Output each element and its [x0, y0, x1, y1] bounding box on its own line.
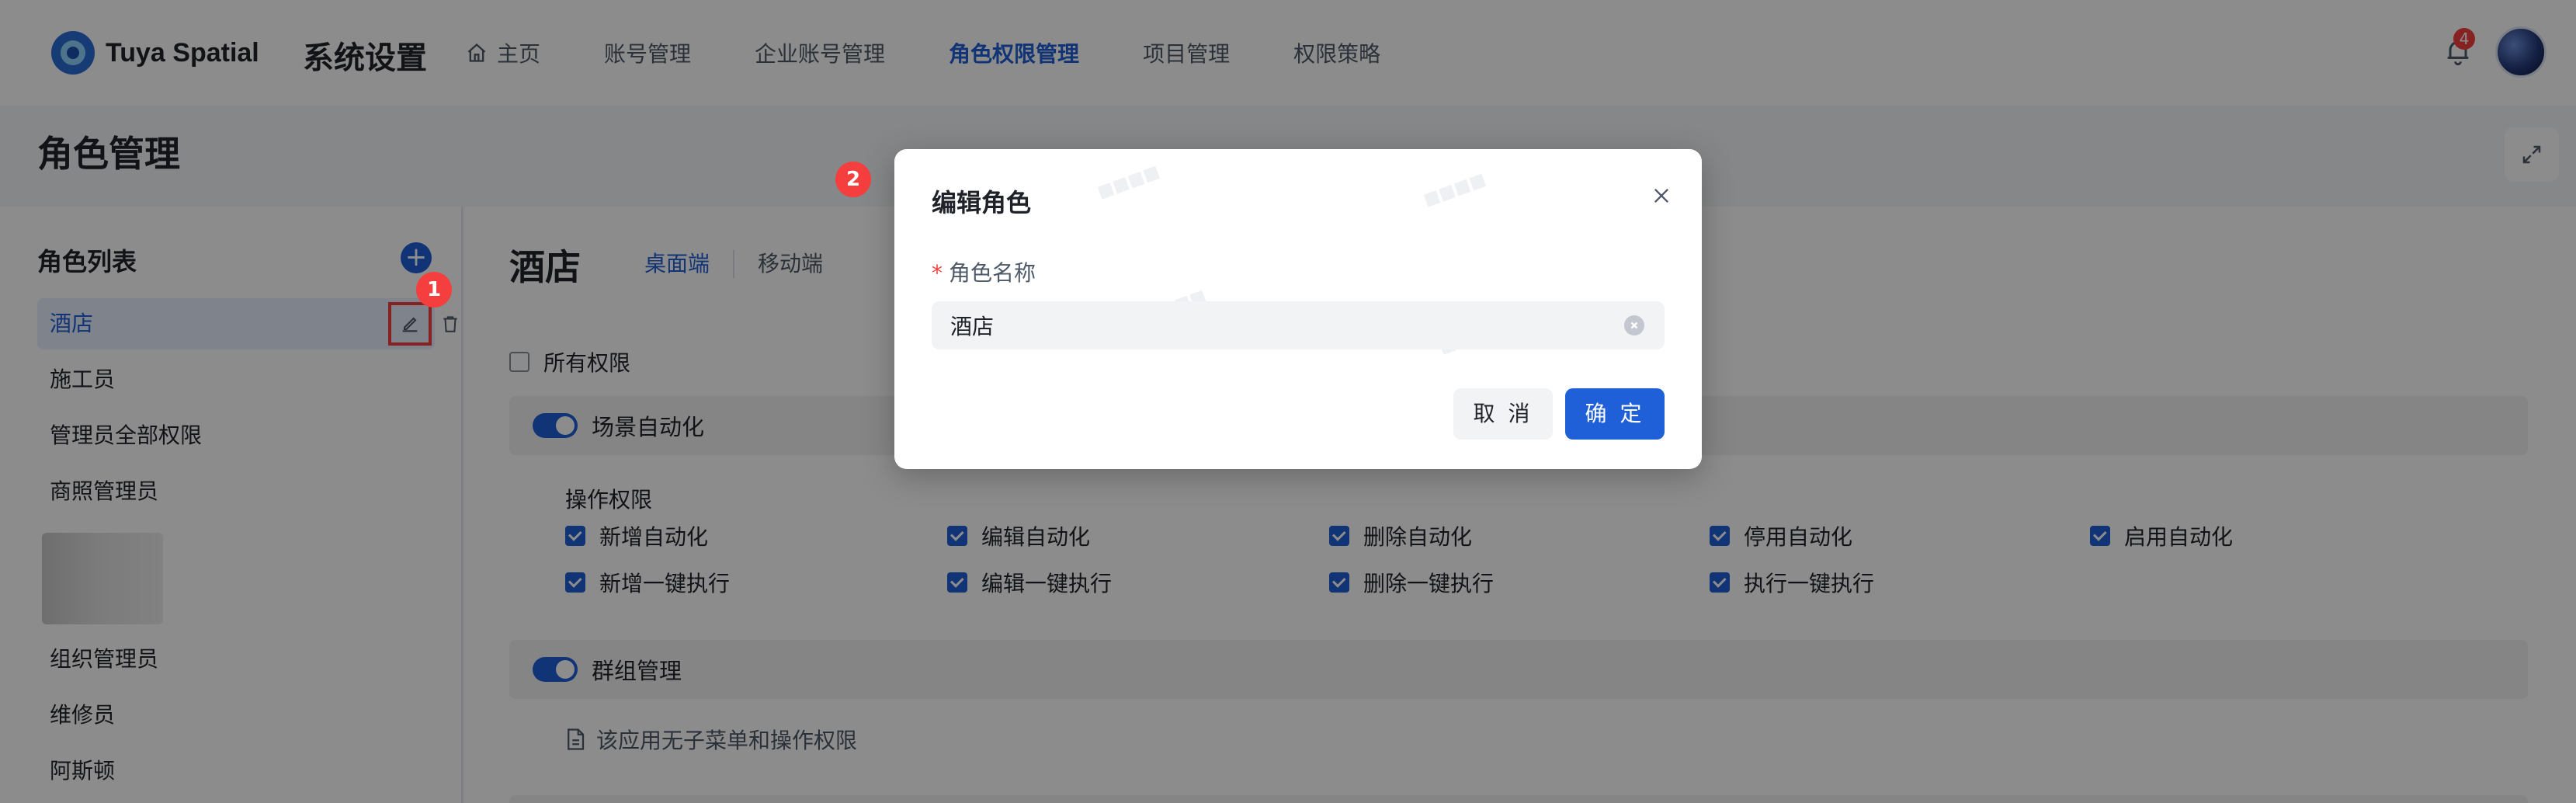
watermark: ■■■■ — [1095, 162, 1162, 203]
cancel-button[interactable]: 取 消 — [1453, 388, 1553, 440]
clear-input-icon[interactable] — [1624, 315, 1644, 335]
watermark: ■■■■ — [1421, 169, 1488, 210]
dialog-title: 编辑角色 — [932, 188, 1032, 217]
role-name-label: * 角色名称 — [932, 256, 1036, 287]
edit-role-dialog: ■■■■ ■■■■ ■■■■ ■■■■ 编辑角色 *角色名称 取 消 确 定 — [894, 149, 1702, 469]
close-icon — [1654, 189, 1668, 203]
step-badge-2: 2 — [835, 162, 871, 197]
required-mark: * — [932, 260, 943, 286]
step-badge-1: 1 — [416, 272, 452, 308]
role-name-label-text: 角色名称 — [949, 260, 1036, 286]
confirm-button[interactable]: 确 定 — [1565, 388, 1665, 440]
role-name-input[interactable] — [932, 301, 1665, 349]
close-button[interactable] — [1646, 180, 1677, 211]
